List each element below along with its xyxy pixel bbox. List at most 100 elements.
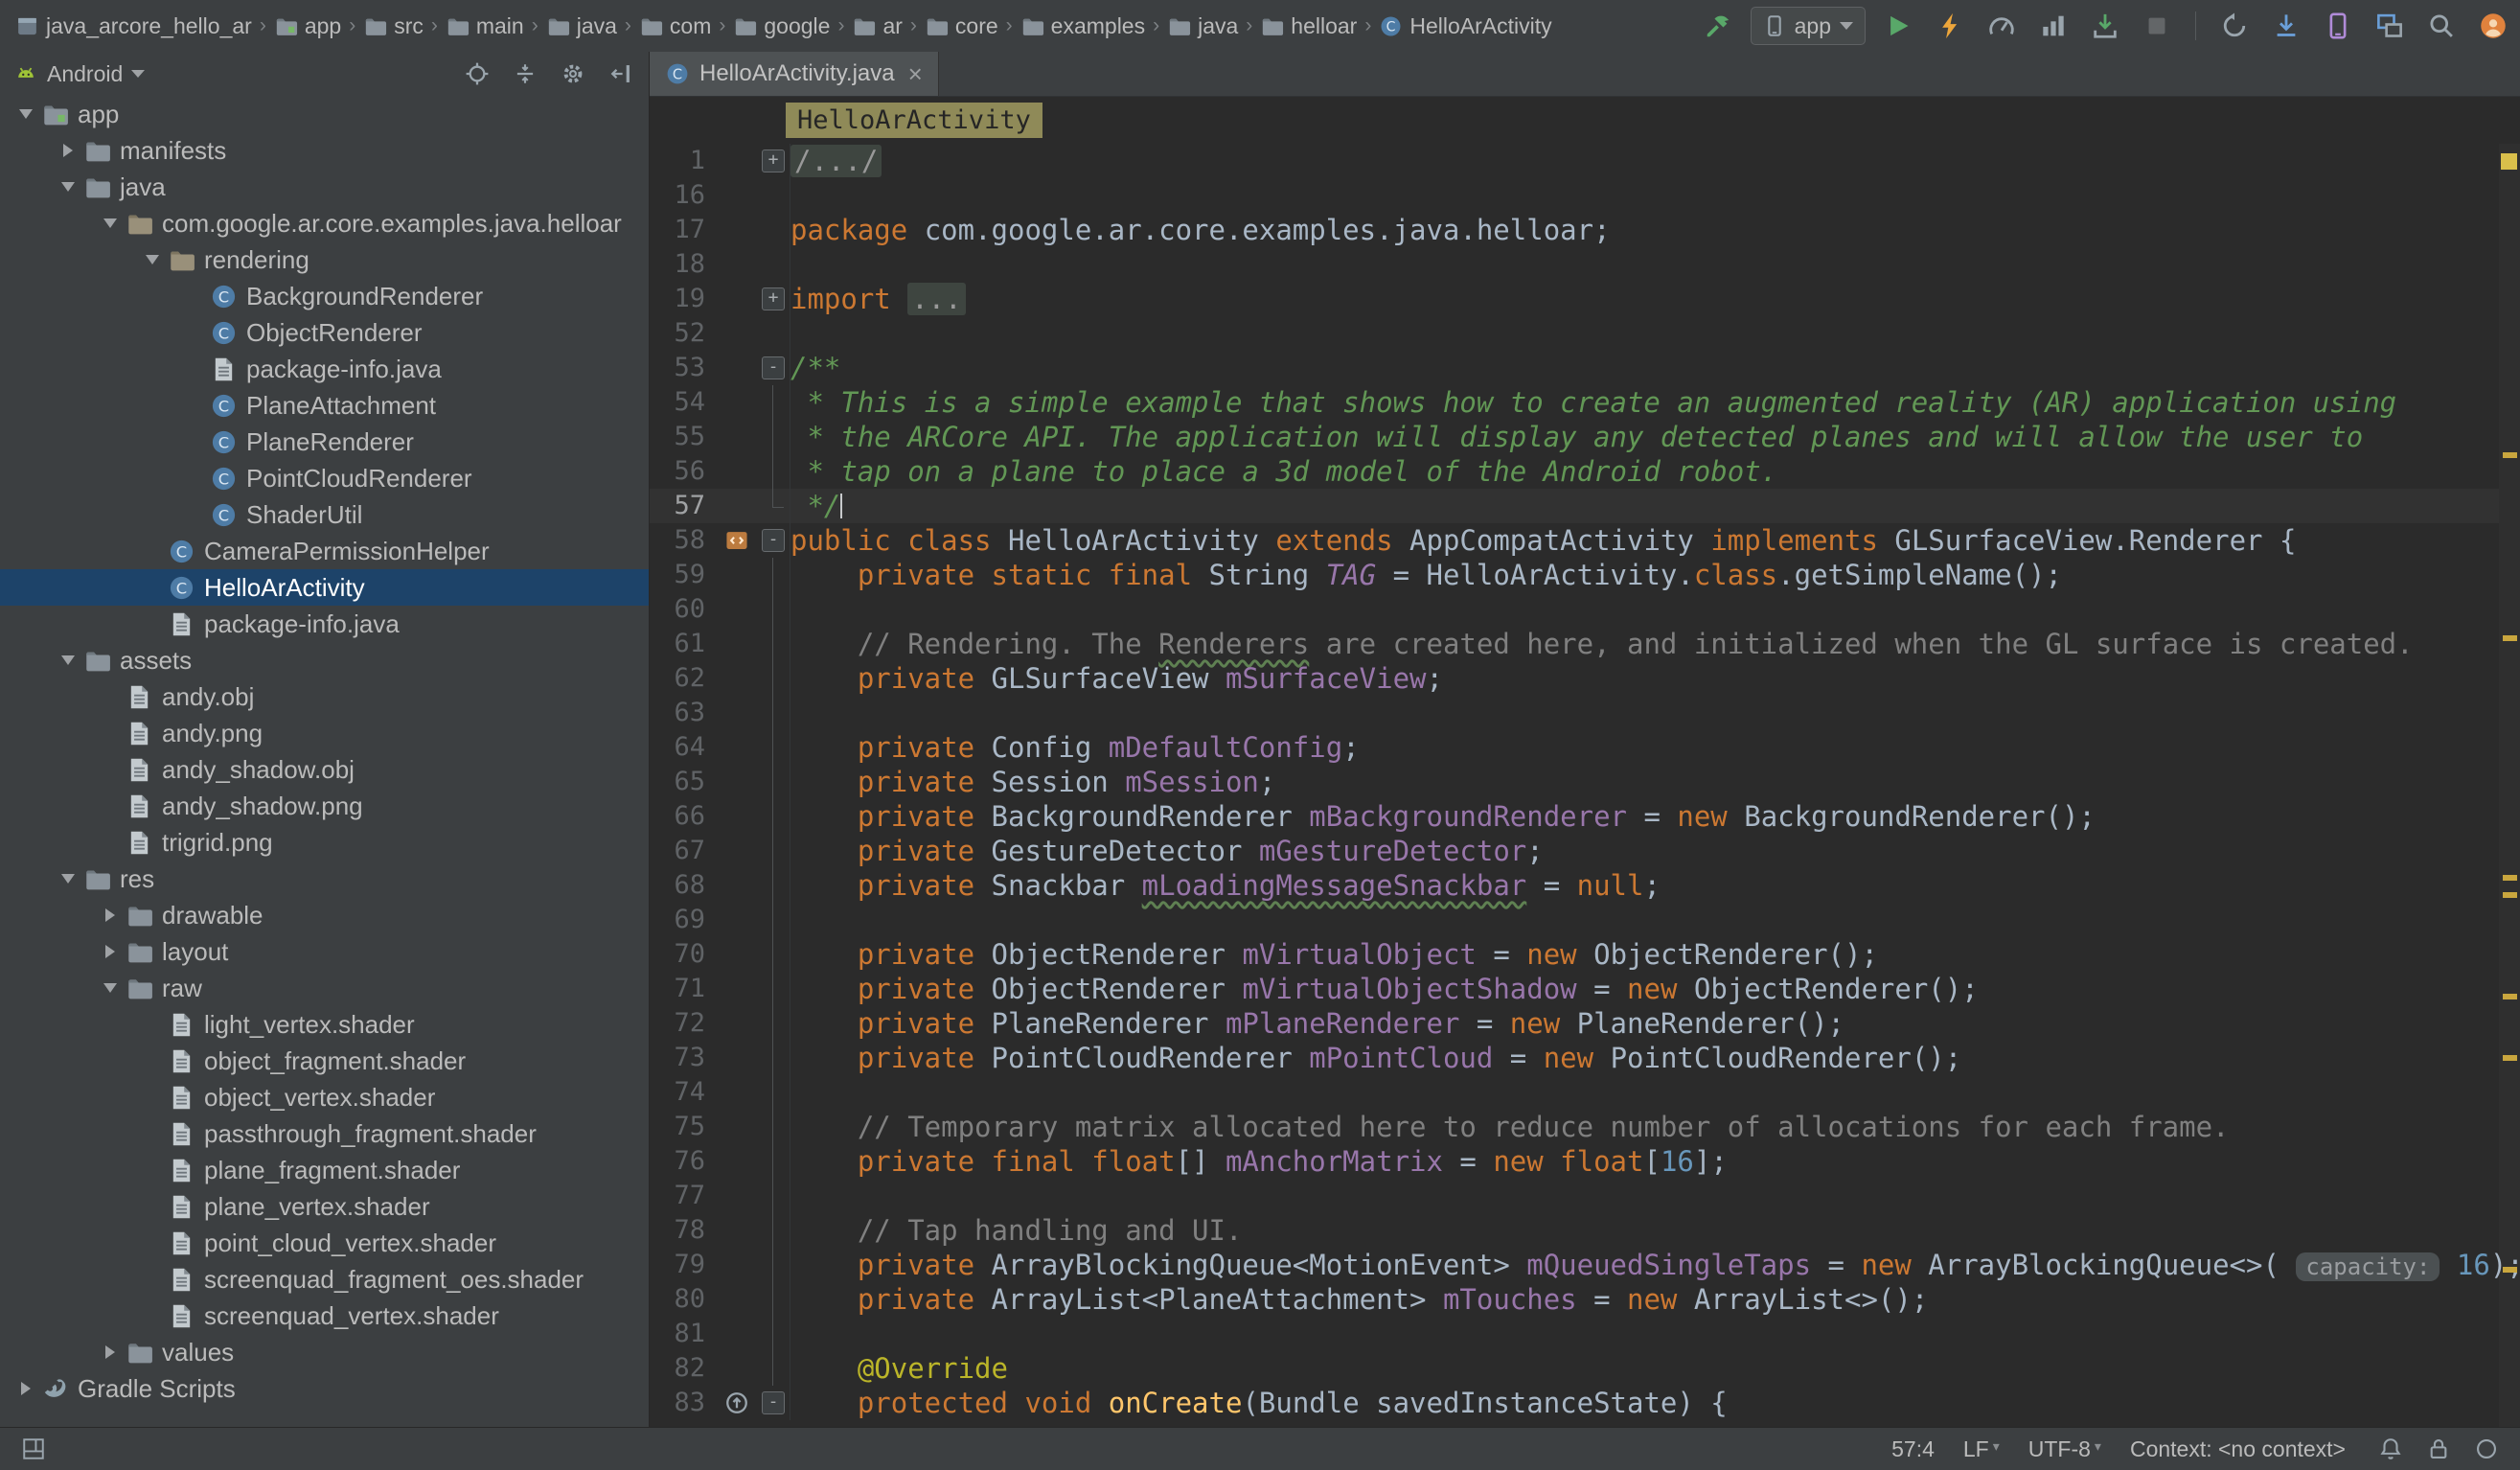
warning-stripe-mark[interactable] (2503, 1055, 2517, 1061)
tree-collapse-arrow[interactable] (13, 109, 38, 119)
tree-item-object-fragment-shader[interactable]: object_fragment.shader (0, 1043, 649, 1079)
line-number[interactable]: 83 (650, 1386, 717, 1420)
line-number[interactable]: 67 (650, 834, 717, 868)
tree-item-helloaractivity[interactable]: CHelloArActivity (0, 569, 649, 606)
fold-collapse-icon[interactable]: - (762, 529, 785, 552)
nav-crumb-main[interactable]: main (446, 13, 524, 39)
select-opened-file-button[interactable] (461, 57, 493, 90)
avd-manager-button[interactable] (2319, 7, 2357, 45)
line-number[interactable]: 74 (650, 1075, 717, 1110)
line-number[interactable]: 78 (650, 1213, 717, 1248)
tree-expand-arrow[interactable] (56, 144, 80, 157)
readonly-lock-button[interactable] (2422, 1433, 2455, 1465)
line-number[interactable]: 18 (650, 247, 717, 282)
code-editor[interactable]: 1+/.../1617package com.google.ar.core.ex… (650, 144, 2520, 1428)
tree-collapse-arrow[interactable] (56, 874, 80, 884)
warning-stripe-mark[interactable] (2503, 875, 2517, 881)
toolwindow-toggle-button[interactable] (17, 1433, 50, 1465)
apply-changes-button[interactable] (1931, 7, 1969, 45)
nav-crumb-helloar[interactable]: helloar (1260, 13, 1357, 39)
line-number[interactable]: 59 (650, 558, 717, 592)
line-number[interactable]: 68 (650, 868, 717, 903)
sdk-manager-button[interactable] (2267, 7, 2305, 45)
nav-crumb-app[interactable]: app (274, 13, 341, 39)
tree-item-java[interactable]: java (0, 169, 649, 205)
line-number[interactable]: 54 (650, 385, 717, 420)
tree-item-drawable[interactable]: drawable (0, 897, 649, 933)
attach-debugger-button[interactable] (2086, 7, 2124, 45)
close-icon[interactable]: × (908, 61, 923, 86)
layout-inspector-button[interactable] (2371, 7, 2409, 45)
tree-item-plane-vertex-shader[interactable]: plane_vertex.shader (0, 1188, 649, 1225)
folded-region[interactable]: ... (907, 283, 965, 315)
line-number[interactable]: 55 (650, 420, 717, 454)
tree-item-screenquad-vertex-shader[interactable]: screenquad_vertex.shader (0, 1298, 649, 1334)
line-number[interactable]: 16 (650, 178, 717, 213)
line-number[interactable]: 66 (650, 799, 717, 834)
line-number[interactable]: 53 (650, 351, 717, 385)
nav-crumb-src[interactable]: src (363, 13, 424, 39)
tree-item-package-info-java[interactable]: package-info.java (0, 351, 649, 387)
line-number[interactable]: 76 (650, 1144, 717, 1179)
tree-expand-arrow[interactable] (98, 908, 123, 922)
tree-item-screenquad-fragment-oes-shader[interactable]: screenquad_fragment_oes.shader (0, 1261, 649, 1298)
collapse-all-button[interactable] (509, 57, 541, 90)
warning-stripe-mark[interactable] (2503, 635, 2517, 641)
tree-item-trigrid-png[interactable]: trigrid.png (0, 824, 649, 861)
tree-item-com-google-ar-core-examples-java-helloar[interactable]: com.google.ar.core.examples.java.helloar (0, 205, 649, 241)
inspection-indicator[interactable] (2501, 153, 2517, 170)
nav-crumb-core[interactable]: core (925, 13, 998, 39)
warning-stripe-mark[interactable] (2503, 892, 2517, 898)
tree-collapse-arrow[interactable] (56, 655, 80, 665)
nav-crumb-examples[interactable]: examples (1020, 13, 1145, 39)
line-number[interactable]: 82 (650, 1351, 717, 1386)
fold-expand-icon[interactable]: + (762, 149, 785, 172)
tree-item-pointcloudrenderer[interactable]: CPointCloudRenderer (0, 460, 649, 496)
line-number[interactable]: 77 (650, 1179, 717, 1213)
line-number[interactable]: 79 (650, 1248, 717, 1282)
line-number[interactable]: 69 (650, 903, 717, 937)
code-area[interactable]: 1+/.../1617package com.google.ar.core.ex… (650, 144, 2499, 1428)
tree-expand-arrow[interactable] (13, 1382, 38, 1395)
tree-item-andy-shadow-png[interactable]: andy_shadow.png (0, 788, 649, 824)
tab-helloaractivity-java[interactable]: C HelloArActivity.java × (650, 52, 939, 96)
tree-item-rendering[interactable]: rendering (0, 241, 649, 278)
nav-crumb-ar[interactable]: ar (852, 13, 902, 39)
line-number[interactable]: 75 (650, 1110, 717, 1144)
line-number[interactable]: 70 (650, 937, 717, 972)
line-number[interactable]: 58 (650, 523, 717, 558)
sync-project-button[interactable] (2215, 7, 2254, 45)
line-number[interactable]: 65 (650, 765, 717, 799)
tree-item-package-info-java[interactable]: package-info.java (0, 606, 649, 642)
related-xml-gutter-icon[interactable] (724, 528, 749, 553)
caret-position-widget[interactable]: 57:4 (1891, 1436, 1935, 1462)
editor-scrollbar[interactable] (2499, 144, 2520, 1428)
notifications-button[interactable] (2374, 1433, 2407, 1465)
folded-region[interactable]: /.../ (790, 145, 882, 177)
tree-item-layout[interactable]: layout (0, 933, 649, 970)
line-number[interactable]: 19 (650, 282, 717, 316)
tree-item-planerenderer[interactable]: CPlaneRenderer (0, 424, 649, 460)
tree-collapse-arrow[interactable] (98, 218, 123, 228)
line-number[interactable]: 73 (650, 1041, 717, 1075)
profile-avatar[interactable] (2474, 7, 2512, 45)
warning-stripe-mark[interactable] (2503, 1267, 2517, 1273)
tree-item-backgroundrenderer[interactable]: CBackgroundRenderer (0, 278, 649, 314)
line-number[interactable]: 80 (650, 1282, 717, 1317)
tree-item-gradle-scripts[interactable]: Gradle Scripts (0, 1370, 649, 1407)
line-number[interactable]: 63 (650, 696, 717, 730)
tree-item-andy-shadow-obj[interactable]: andy_shadow.obj (0, 751, 649, 788)
file-encoding-widget[interactable]: UTF-8 ▾ (2028, 1436, 2101, 1462)
tree-item-plane-fragment-shader[interactable]: plane_fragment.shader (0, 1152, 649, 1188)
nav-crumb-java[interactable]: java (546, 13, 617, 39)
breadcrumb-current-item[interactable]: HelloArActivity (786, 103, 1042, 138)
nav-crumb-com[interactable]: com (639, 13, 711, 39)
tree-item-assets[interactable]: assets (0, 642, 649, 678)
tree-expand-arrow[interactable] (98, 1345, 123, 1359)
run-button[interactable] (1879, 7, 1917, 45)
line-number[interactable]: 64 (650, 730, 717, 765)
line-number[interactable]: 57 (650, 489, 717, 523)
line-number[interactable]: 52 (650, 316, 717, 351)
nav-crumb-java[interactable]: java (1167, 13, 1238, 39)
tree-expand-arrow[interactable] (98, 945, 123, 958)
